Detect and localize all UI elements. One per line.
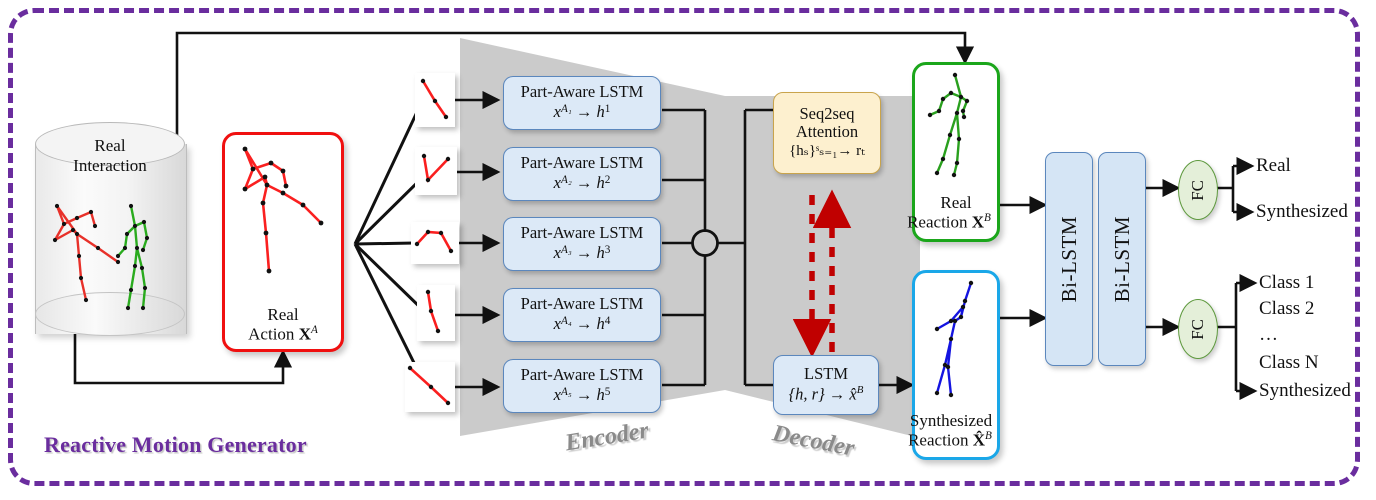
synth-reaction-superscript: B bbox=[985, 430, 992, 443]
bilstm-2-label: Bi-LSTM bbox=[1109, 215, 1134, 303]
real-reaction-superscript: B bbox=[984, 212, 991, 225]
output-synthesized-bottom: Synthesized bbox=[1259, 380, 1351, 401]
fc-class[interactable]: FC bbox=[1178, 299, 1218, 359]
part-5-icon bbox=[407, 365, 451, 406]
module-title: Part-Aware LSTM bbox=[520, 82, 644, 102]
fc-real-synth[interactable]: FC bbox=[1178, 160, 1218, 220]
real-action-skeleton bbox=[242, 146, 324, 274]
diagram-canvas: Reactive Motion Generator Real Interacti… bbox=[0, 0, 1376, 500]
real-action-caption-line2: Action XA bbox=[225, 324, 341, 344]
real-interaction-database: Real Interaction bbox=[35, 122, 187, 357]
module-formula: xA₃ → h3 bbox=[553, 243, 611, 263]
real-reaction-caption: Real Reaction XB bbox=[907, 193, 997, 232]
decoder-lstm-superscript: B bbox=[856, 384, 864, 396]
attention-formula: {hₛ}ˢₛ₌₁→ rₜ bbox=[789, 143, 865, 160]
part-2-icon bbox=[421, 153, 451, 183]
real-reaction-skeleton bbox=[927, 72, 970, 178]
real-reaction-caption-line2: Reaction XB bbox=[901, 212, 997, 232]
real-reaction-symbol: X bbox=[971, 212, 985, 232]
module-formula: xA₄ → h4 bbox=[553, 314, 611, 334]
real-action-panel: Real Action XA bbox=[222, 132, 344, 352]
module-title: Part-Aware LSTM bbox=[520, 294, 644, 314]
real-reaction-caption-prefix: Reaction bbox=[907, 212, 972, 232]
bilstm-2[interactable]: Bi-LSTM bbox=[1098, 152, 1146, 366]
part-1-icon bbox=[420, 78, 449, 120]
database-label-line1: Real bbox=[94, 136, 126, 155]
module-formula: xA₁ → h1 bbox=[553, 102, 611, 122]
real-action-caption-line1: Real bbox=[267, 305, 299, 324]
list-item bbox=[411, 222, 459, 264]
synthesized-reaction-panel: Synthesized Reaction X̂B bbox=[908, 270, 1000, 460]
real-action-caption: Real Action XA bbox=[225, 305, 341, 344]
part-aware-lstm-4[interactable]: Part-Aware LSTM xA₄ → h4 bbox=[503, 288, 661, 342]
output-synthesized-top: Synthesized bbox=[1256, 201, 1348, 222]
module-title: Part-Aware LSTM bbox=[520, 365, 644, 385]
bilstm-1[interactable]: Bi-LSTM bbox=[1045, 152, 1093, 366]
real-action-symbol: X bbox=[298, 324, 311, 344]
synth-reaction-caption-prefix: Reaction bbox=[908, 430, 973, 450]
part-aware-lstm-2[interactable]: Part-Aware LSTM xA₂ → h2 bbox=[503, 147, 661, 201]
seq2seq-attention-module[interactable]: Seq2seq Attention {hₛ}ˢₛ₌₁→ rₜ bbox=[773, 92, 881, 174]
output-class-1: Class 1 bbox=[1259, 272, 1315, 293]
part-aware-lstm-5[interactable]: Part-Aware LSTM xA₅ → h5 bbox=[503, 359, 661, 413]
synthesized-reaction-caption: Synthesized Reaction X̂B bbox=[908, 411, 997, 450]
list-item bbox=[415, 147, 457, 195]
synthesized-reaction-skeleton bbox=[934, 280, 974, 398]
database-label-line2: Interaction bbox=[73, 155, 147, 175]
part-aware-lstm-1[interactable]: Part-Aware LSTM xA₁ → h1 bbox=[503, 76, 661, 130]
output-real: Real bbox=[1256, 155, 1291, 176]
decoder-lstm-module[interactable]: LSTM {h, r} → x̂B bbox=[773, 355, 879, 415]
synth-reaction-caption-line1: Synthesized bbox=[909, 411, 993, 430]
part-3-icon bbox=[414, 229, 454, 254]
connection-wires bbox=[73, 31, 1258, 401]
output-class-n: Class N bbox=[1259, 352, 1319, 373]
database-skeletons bbox=[52, 203, 150, 311]
module-title: Part-Aware LSTM bbox=[520, 153, 644, 173]
module-title: Part-Aware LSTM bbox=[520, 223, 644, 243]
synth-reaction-symbol: X̂ bbox=[972, 430, 986, 450]
output-class-2: Class 2 bbox=[1259, 298, 1315, 319]
fc-top-label: FC bbox=[1188, 179, 1207, 201]
attention-title-line2: Attention bbox=[795, 122, 859, 142]
fc-bottom-label: FC bbox=[1188, 318, 1207, 340]
bilstm-1-label: Bi-LSTM bbox=[1056, 215, 1081, 303]
real-action-caption-prefix: Action bbox=[248, 324, 299, 344]
module-formula: xA₂ → h2 bbox=[553, 173, 611, 193]
list-item bbox=[405, 362, 455, 412]
part-aware-lstm-3[interactable]: Part-Aware LSTM xA₃ → h3 bbox=[503, 217, 661, 271]
database-label: Real Interaction bbox=[35, 136, 185, 175]
list-item bbox=[417, 285, 455, 341]
list-item bbox=[415, 73, 455, 127]
real-reaction-panel: Real Reaction XB bbox=[907, 62, 1000, 242]
decoder-lstm-formula: {h, r} → x̂B bbox=[788, 384, 864, 404]
decoder-lstm-title: LSTM bbox=[803, 363, 848, 383]
attention-title-line1: Seq2seq bbox=[799, 103, 855, 123]
output-ellipsis: … bbox=[1259, 324, 1280, 345]
synth-reaction-caption-line2: Reaction X̂B bbox=[903, 430, 997, 450]
real-reaction-caption-line1: Real bbox=[940, 193, 972, 212]
real-action-superscript: A bbox=[310, 324, 318, 337]
part-4-icon bbox=[425, 289, 441, 334]
module-formula: xA₅ → h5 bbox=[553, 385, 611, 405]
